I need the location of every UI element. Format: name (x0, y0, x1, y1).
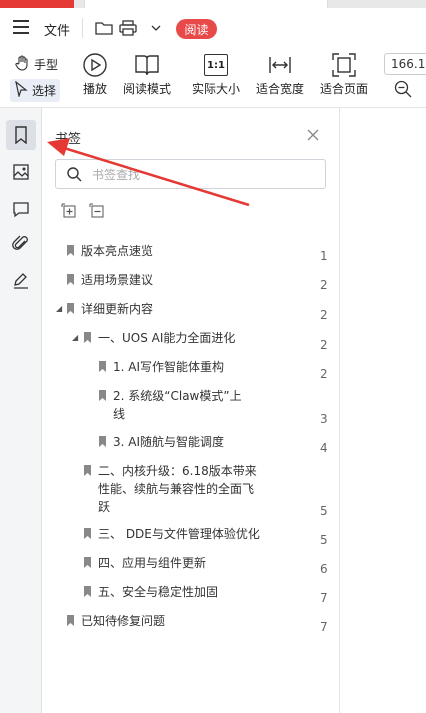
bookmark-page: 2 (320, 367, 328, 381)
bookmark-page: 2 (320, 308, 328, 322)
collapse-triangle-icon[interactable]: ◢ (56, 304, 62, 313)
hand-icon (14, 55, 30, 74)
actual-size-button[interactable]: 1:1 实际大小 (192, 50, 240, 97)
search-icon (66, 166, 82, 186)
tab-active-document[interactable] (0, 0, 74, 8)
fit-page-label: 适合页面 (320, 82, 369, 96)
bookmark-page: 2 (320, 278, 328, 292)
bookmark-label: 版本亮点速览 (81, 244, 154, 258)
bookmark-label: 二、内核升级：6.18版本带来 (98, 464, 257, 478)
actual-size-icon: 1:1 (204, 50, 228, 80)
attachment-icon[interactable] (6, 229, 36, 259)
bookmark-page: 6 (320, 562, 328, 576)
bookmark-item[interactable]: 2. 系统级“Claw模式”上 线 3 (42, 387, 340, 426)
cursor-arrow-icon (14, 80, 28, 100)
bookmark-icon (99, 436, 106, 447)
bookmark-page: 2 (320, 338, 328, 352)
bookmark-search-input[interactable]: 书签查找 (55, 159, 326, 189)
hamburger-menu-icon[interactable] (13, 20, 29, 34)
play-button[interactable]: 播放 (82, 50, 108, 97)
close-icon[interactable] (306, 127, 322, 143)
tab-document[interactable] (84, 0, 328, 8)
bookmark-icon (67, 245, 74, 256)
read-button[interactable]: 阅读 (176, 19, 217, 39)
bookmark-label-line2: 线 (113, 407, 126, 421)
toolbar: 手型 选择 播放 阅读模式 1:1 实际大小 适合宽度 适合页面 166.1 (0, 46, 426, 108)
collapse-triangle-icon[interactable]: ◢ (72, 333, 78, 342)
chevron-down-icon[interactable] (146, 18, 166, 38)
bookmark-page: 7 (320, 591, 328, 605)
bookmark-page: 5 (320, 533, 328, 547)
play-label: 播放 (82, 82, 107, 96)
bookmark-label-line2: 性能、续航与兼容性的全面飞 (98, 482, 255, 496)
bookmark-label: 已知待修复问题 (81, 614, 166, 628)
menu-divider (82, 18, 83, 38)
bookmark-icon (67, 615, 74, 626)
bookmark-item[interactable]: 二、内核升级：6.18版本带来 性能、续航与兼容性的全面飞 跃 5 (42, 462, 340, 520)
zoom-input[interactable]: 166.15 (384, 53, 426, 75)
file-menu[interactable]: 文件 (44, 20, 70, 39)
fit-page-icon (331, 50, 357, 80)
bookmark-label: 3. AI随航与智能调度 (113, 435, 225, 449)
bookmark-label: 四、应用与组件更新 (98, 556, 207, 570)
bookmark-icon (84, 557, 91, 568)
bookmark-icon (99, 361, 106, 372)
bookmark-icon (84, 528, 91, 539)
hand-tool[interactable]: 手型 (14, 55, 58, 74)
reading-mode-button[interactable]: 阅读模式 (123, 50, 171, 97)
reading-mode-label: 阅读模式 (123, 82, 172, 96)
bookmark-page: 4 (320, 441, 328, 455)
expand-all-icon[interactable] (61, 203, 77, 219)
actual-size-label: 实际大小 (192, 82, 241, 96)
bookmark-label: 2. 系统级“Claw模式”上 (113, 389, 242, 403)
book-icon (134, 50, 160, 80)
bookmark-icon (84, 332, 91, 343)
zoom-out-icon[interactable] (394, 80, 414, 100)
panel-title: 书签 (55, 132, 82, 147)
document-viewer[interactable] (340, 108, 426, 713)
bookmark-icon (99, 390, 106, 401)
bookmark-icon (67, 303, 74, 314)
bookmark-label: 适用场景建议 (81, 273, 154, 287)
bookmark-icon (67, 274, 74, 285)
side-rail (0, 108, 42, 713)
open-folder-icon[interactable] (94, 18, 114, 38)
select-tool-label: 选择 (32, 84, 57, 98)
bookmark-label: 三、 DDE与文件管理体验优化 (98, 527, 260, 541)
menu-bar: 文件 阅读 (0, 8, 426, 46)
bookmark-page: 3 (320, 412, 328, 426)
bookmark-page: 1 (320, 249, 328, 263)
play-icon (82, 50, 108, 80)
select-tool[interactable]: 选择 (10, 79, 61, 102)
bookmark-label: 一、UOS AI能力全面进化 (98, 331, 236, 345)
bookmark-panel-icon[interactable] (6, 120, 36, 150)
fit-width-icon (267, 50, 293, 80)
print-icon[interactable] (118, 18, 138, 38)
bookmark-page: 7 (320, 620, 328, 634)
fit-page-button[interactable]: 适合页面 (320, 50, 368, 97)
bookmark-page: 5 (320, 504, 328, 518)
bookmark-label: 五、安全与稳定性加固 (98, 585, 219, 599)
hand-tool-label: 手型 (34, 58, 59, 72)
bookmark-label-line3: 跃 (98, 500, 111, 514)
bookmark-label: 1. AI写作智能体重构 (113, 360, 225, 374)
bookmark-panel: 书签 书签查找 版本亮点速览 1 适用场景建议 2 ◢ 详细更新内容 2 ◢ 一… (42, 108, 340, 713)
collapse-all-icon[interactable] (89, 203, 105, 219)
tab-strip (0, 0, 426, 8)
bookmark-label: 详细更新内容 (81, 302, 154, 316)
fit-width-label: 适合宽度 (256, 82, 305, 96)
search-placeholder: 书签查找 (92, 168, 141, 182)
fit-width-button[interactable]: 适合宽度 (256, 50, 304, 97)
bookmark-icon (84, 586, 91, 597)
bookmark-icon (84, 465, 91, 476)
thumbnail-image-icon[interactable] (6, 157, 36, 187)
comment-icon[interactable] (6, 194, 36, 224)
signature-pen-icon[interactable] (6, 265, 36, 295)
